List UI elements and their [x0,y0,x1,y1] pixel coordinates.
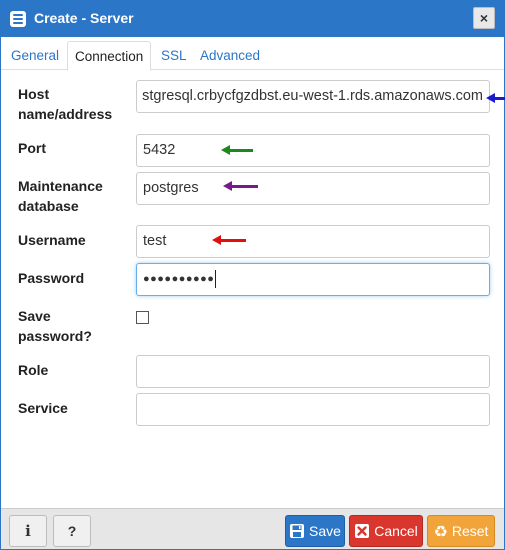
save-button-label: Save [309,523,341,539]
reset-button[interactable]: ♻ Reset [427,515,495,547]
maintenance-db-label-line1: Maintenance [18,178,103,194]
port-annotation-arrow [221,145,253,155]
username-input[interactable]: test [136,225,490,258]
help-button[interactable]: ? [53,515,91,547]
dialog-title: Create - Server [34,10,134,26]
close-x-icon [354,523,370,539]
host-label-line2: name/address [18,106,113,122]
info-icon: i [25,522,31,540]
role-input[interactable] [136,355,490,388]
create-server-dialog: Create - Server × General Connection SSL… [0,0,505,550]
close-button[interactable]: × [473,7,495,29]
tab-ssl[interactable]: SSL [154,41,194,71]
port-input[interactable]: 5432 [136,134,490,167]
username-annotation-arrow [212,235,246,245]
save-button[interactable]: Save [285,515,345,547]
floppy-disk-icon [289,523,305,539]
reset-button-label: Reset [451,523,489,539]
service-label: Service [18,400,68,416]
host-input-value: stgresql.crbycfgzdbst.eu-west-1.rds.amaz… [142,88,483,104]
maintenance-db-annotation-arrow [223,181,258,191]
text-caret [215,270,217,289]
cancel-button-label: Cancel [374,523,418,539]
tab-general[interactable]: General [4,41,66,71]
maintenance-db-label-line2: database [18,198,79,214]
server-icon [10,11,26,27]
password-label: Password [18,270,85,286]
save-password-label: Save password? [18,306,128,346]
recycle-icon: ♻ [433,521,448,541]
host-input[interactable]: stgresql.crbycfgzdbst.eu-west-1.rds.amaz… [136,80,490,113]
tab-connection[interactable]: Connection [67,41,152,71]
maintenance-db-input[interactable]: postgres [136,172,490,205]
password-input[interactable]: ●●●●●●●●●● [136,263,490,296]
username-label: Username [18,232,86,248]
save-password-checkbox[interactable] [136,311,149,324]
host-label-line1: Host [18,86,50,102]
dialog-titlebar[interactable]: Create - Server × [1,1,504,37]
dialog-footer: i ? Save Cancel ♻ Reset [1,508,504,549]
maintenance-db-label: Maintenance database [18,176,128,216]
tab-bar: General Connection SSL Advanced [1,37,504,71]
cancel-button[interactable]: Cancel [349,515,423,547]
save-password-label-line2: password? [18,328,92,344]
help-icon: ? [67,523,77,539]
password-input-value: ●●●●●●●●●● [143,273,215,285]
host-annotation-arrow [486,93,505,103]
tab-advanced[interactable]: Advanced [193,41,267,71]
role-label: Role [18,362,49,378]
port-label: Port [18,140,46,156]
save-password-label-line1: Save [18,308,51,324]
service-input[interactable] [136,393,490,426]
info-button[interactable]: i [9,515,47,547]
host-label: Host name/address [18,84,128,124]
